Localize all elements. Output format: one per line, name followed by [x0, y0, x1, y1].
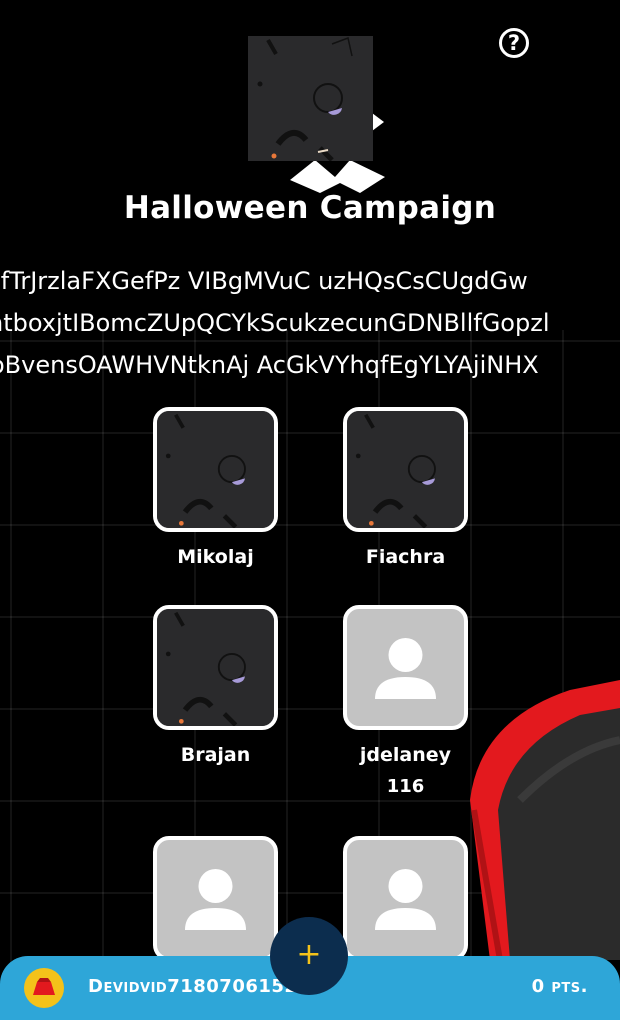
- description-line: oBvensOAWHVNtknAj AcGkVYhqfEgYLYAjiNHX: [0, 351, 539, 379]
- description-line: efTrJrzlaFXGefPz VIBgMVuC uzHQsCsCUgdGw: [0, 267, 528, 295]
- add-button[interactable]: +: [270, 917, 348, 995]
- default-user-icon[interactable]: [343, 836, 468, 961]
- default-user-icon[interactable]: [343, 605, 468, 730]
- player-name: Brajan: [180, 744, 251, 766]
- player-avatar[interactable]: [343, 407, 468, 532]
- player-card[interactable]: Mikolaj: [153, 407, 278, 568]
- player-score: 116: [386, 776, 425, 797]
- coin-hat-icon: [24, 968, 64, 1008]
- points: 0 pts.: [531, 976, 588, 997]
- mascot-figure: [470, 680, 620, 960]
- username: Devidvid7180706152: [88, 976, 298, 997]
- campaign-title: Halloween Campaign: [123, 190, 497, 226]
- player-card[interactable]: Brajan: [153, 605, 278, 766]
- player-card[interactable]: Fiachra: [343, 407, 468, 568]
- player-card[interactable]: [343, 836, 468, 961]
- help-icon[interactable]: ?: [499, 28, 529, 58]
- campaign-logo: [248, 36, 373, 162]
- campaign-description: efTrJrzlaFXGefPz VIBgMVuC uzHQsCsCUgdGw …: [0, 260, 620, 386]
- player-name: jdelaney: [359, 744, 452, 766]
- player-card[interactable]: [153, 836, 278, 961]
- default-user-icon[interactable]: [153, 836, 278, 961]
- player-card[interactable]: jdelaney 116: [343, 605, 468, 797]
- player-avatar[interactable]: [153, 605, 278, 730]
- player-avatar[interactable]: [153, 407, 278, 532]
- player-name: Fiachra: [365, 546, 446, 568]
- description-line: ntboxjtIBomcZUpQCYkScukzecunGDNBllfGopzl: [0, 309, 550, 337]
- player-name: Mikolaj: [177, 546, 254, 568]
